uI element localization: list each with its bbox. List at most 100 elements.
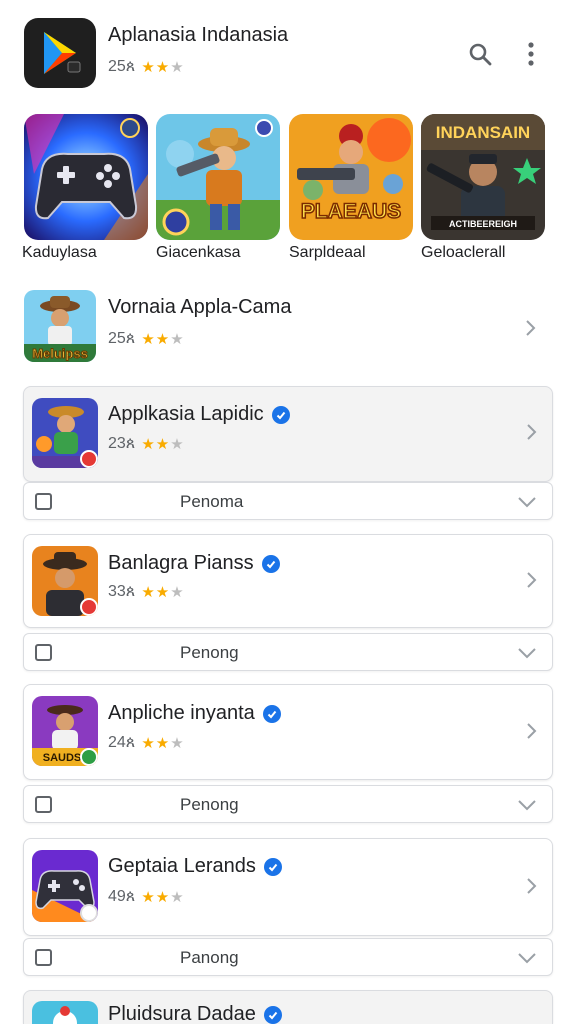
thumb-badge-text: SAUDS (43, 752, 82, 764)
play-logo-icon[interactable] (24, 18, 96, 88)
checkbox[interactable] (35, 493, 52, 510)
checkbox[interactable] (35, 949, 52, 966)
card-footer[interactable]: Panong (23, 938, 553, 976)
star-rating: ★ ★ ★ (141, 58, 183, 76)
gamepad-icon (24, 114, 148, 240)
star-icon: ★ (141, 436, 155, 453)
card-rating: 23ጰ ★ ★ ★ (108, 435, 184, 453)
cowboy-art: Meluipss (24, 290, 96, 362)
chevron-down-icon[interactable] (516, 643, 538, 663)
card-rating: 49ጰ ★ ★ ★ (108, 888, 184, 906)
star-icon: ★ (155, 59, 170, 76)
card-title: Geptaia Lerands (108, 855, 282, 878)
checkbox[interactable] (35, 644, 52, 661)
star-rating: ★ ★ ★ (141, 734, 183, 752)
star-rating: ★ ★ ★ (141, 435, 183, 453)
star-icon: ★ (170, 59, 184, 76)
app-card[interactable]: Applkasia Lapidic 23ጰ ★ ★ ★ (23, 386, 553, 482)
footer-label: Penoma (180, 492, 244, 511)
star-rating: ★ ★ ★ (141, 888, 183, 906)
star-icon: ★ (170, 331, 184, 348)
app-thumbnail (32, 1001, 98, 1024)
app-header: Aplanasia Indanasia 25ጰ ★ ★ ★ (0, 0, 576, 100)
star-icon: ★ (141, 889, 155, 906)
featured-label-2[interactable]: Giacenkasa (156, 244, 241, 262)
star-rating: ★ ★ ★ (141, 330, 183, 348)
search-icon (469, 43, 492, 66)
chicken-art (32, 1001, 98, 1024)
card-title: Applkasia Lapidic (108, 403, 290, 426)
star-icon: ★ (170, 735, 184, 752)
status-badge (80, 450, 98, 468)
chevron-right-icon (527, 424, 537, 440)
chevron-right-icon (527, 572, 537, 588)
checkbox[interactable] (35, 796, 52, 813)
app-title: Aplanasia Indanasia (108, 24, 289, 46)
footer-label: Panong (180, 948, 239, 967)
list-item-title: Vornaia Appla-Cama (108, 296, 292, 318)
card-footer[interactable]: Penong (23, 785, 553, 823)
search-button[interactable] (464, 38, 496, 70)
status-badge (80, 748, 98, 766)
card-footer[interactable]: Penoma (23, 482, 553, 520)
star-icon: ★ (155, 584, 170, 601)
star-icon: ★ (170, 436, 184, 453)
app-card[interactable]: SAUDS Anpliche inyanta 24ጰ ★ ★ ★ (23, 684, 553, 780)
thumb-badge-text: Meluipss (32, 346, 88, 361)
featured-tile-4[interactable]: INDANSAIN ACTIBEEREIGH (421, 114, 545, 240)
footer-label: Penong (180, 643, 239, 662)
list-item-rating: 25ጰ ★ ★ ★ (108, 330, 184, 348)
app-thumbnail (32, 850, 98, 922)
rating-count: 25ጰ (108, 330, 136, 347)
card-rating: 33ጰ ★ ★ ★ (108, 583, 184, 601)
star-icon: ★ (141, 331, 155, 348)
featured-label-3[interactable]: Sarpldeaal (289, 244, 366, 262)
tile-3-logo-text: PLAEAUS (301, 200, 401, 223)
star-rating: ★ ★ ★ (141, 583, 183, 601)
card-footer[interactable]: Penong (23, 633, 553, 671)
card-title-text: Anpliche inyanta (108, 702, 255, 724)
app-card[interactable]: Pluidsura Dadae (23, 990, 553, 1024)
chevron-down-icon[interactable] (516, 795, 538, 815)
cowboy-gunner-art (156, 114, 280, 240)
status-badge (80, 598, 98, 616)
rating-count: 24ጰ (108, 734, 136, 751)
star-icon: ★ (155, 735, 170, 752)
featured-label-1[interactable]: Kaduylasa (22, 244, 97, 262)
verified-badge-icon (271, 405, 290, 424)
chevron-down-icon[interactable] (516, 948, 538, 968)
more-vert-icon (528, 42, 534, 66)
card-rating: 24ጰ ★ ★ ★ (108, 734, 184, 752)
featured-label-4[interactable]: Geloaclerall (421, 244, 505, 262)
verified-badge-icon (263, 857, 282, 876)
featured-tile-1[interactable] (24, 114, 148, 240)
featured-tile-2[interactable] (156, 114, 280, 240)
rating-count: 23ጰ (108, 435, 136, 452)
rating-count: 49ጰ (108, 888, 136, 905)
app-card[interactable]: Banlagra Pianss 33ጰ ★ ★ ★ (23, 534, 553, 628)
star-icon: ★ (170, 584, 184, 601)
app-card[interactable]: Geptaia Lerands 49ጰ ★ ★ ★ (23, 838, 553, 936)
card-title-text: Banlagra Pianss (108, 552, 254, 574)
star-icon: ★ (155, 889, 170, 906)
status-badge (80, 904, 98, 922)
app-thumbnail (32, 398, 98, 468)
chevron-right-icon (526, 320, 536, 336)
card-title-text: Applkasia Lapidic (108, 403, 264, 425)
list-item[interactable]: Meluipss Vornaia Appla-Cama 25ጰ ★ ★ ★ (22, 288, 552, 368)
more-options-button[interactable] (515, 38, 547, 70)
chevron-down-icon[interactable] (516, 492, 538, 512)
star-icon: ★ (141, 735, 155, 752)
tile-4-sub-text: ACTIBEEREIGH (449, 219, 517, 229)
rating-count: 25ጰ (108, 58, 136, 75)
star-icon: ★ (141, 59, 155, 76)
star-icon: ★ (141, 584, 155, 601)
card-title-text: Pluidsura Dadae (108, 1003, 256, 1024)
star-icon: ★ (170, 889, 184, 906)
chevron-right-icon (527, 723, 537, 739)
soldier-art: INDANSAIN ACTIBEEREIGH (421, 114, 545, 240)
app-thumbnail (32, 546, 98, 616)
app-thumbnail: Meluipss (24, 290, 96, 362)
featured-tile-3[interactable]: PLAEAUS (289, 114, 413, 240)
footer-label: Penong (180, 795, 239, 814)
